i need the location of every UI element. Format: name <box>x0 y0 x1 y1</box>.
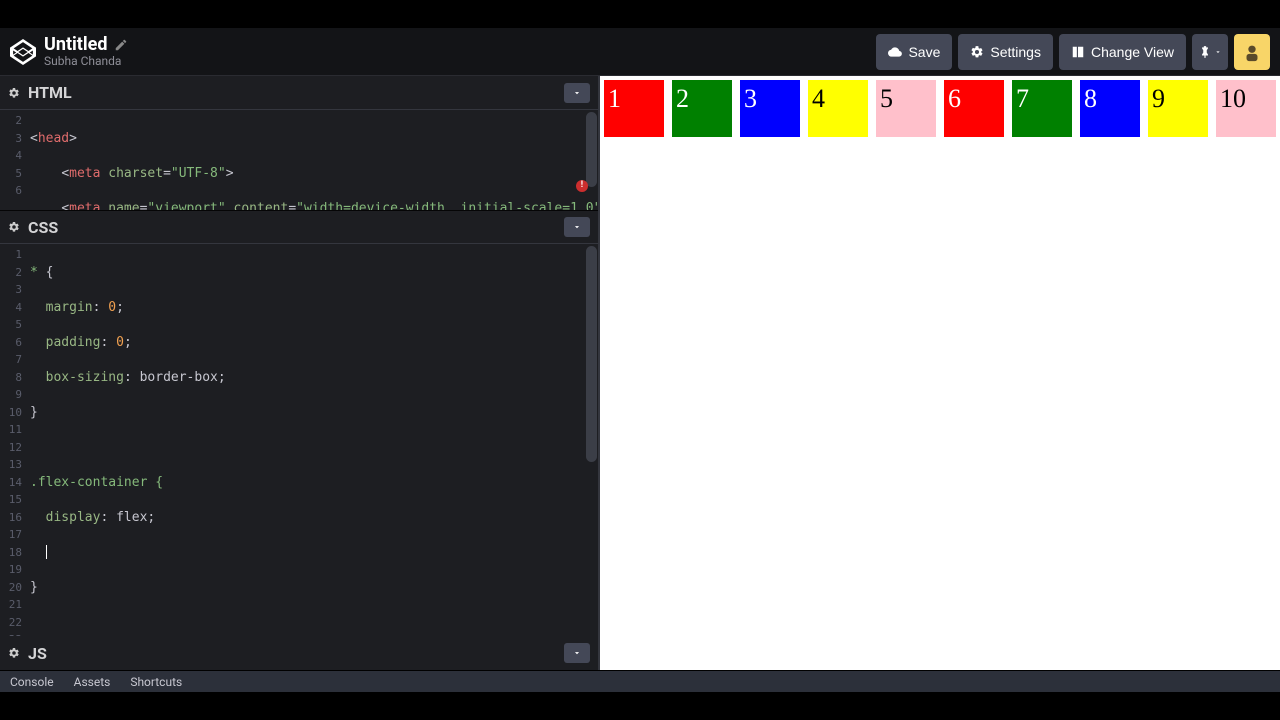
chevron-down-icon <box>572 222 582 232</box>
gutter: 1234567891011121314151617181920212223 <box>0 244 28 636</box>
console-tab[interactable]: Console <box>0 671 64 692</box>
flex-item: 3 <box>740 80 800 137</box>
codepen-logo <box>10 39 36 65</box>
change-view-button[interactable]: Change View <box>1059 34 1186 70</box>
code-content: * { margin: 0; padding: 0; box-sizing: b… <box>30 246 598 636</box>
avatar-image <box>1241 41 1263 63</box>
shortcuts-tab[interactable]: Shortcuts <box>120 671 192 692</box>
css-panel-menu-button[interactable] <box>564 217 590 237</box>
flex-item: 4 <box>808 80 868 137</box>
gear-icon[interactable] <box>8 87 20 99</box>
assets-tab[interactable]: Assets <box>64 671 121 692</box>
avatar[interactable] <box>1234 34 1270 70</box>
flex-item: 2 <box>672 80 732 137</box>
css-panel-header: CSS <box>0 210 598 244</box>
error-indicator-icon[interactable] <box>576 180 588 192</box>
topbar: Untitled Subha Chanda Save Settings Chan… <box>0 28 1280 76</box>
html-panel-title: HTML <box>28 83 564 102</box>
preview-pane: 12345678910 <box>600 76 1280 670</box>
cloud-icon <box>888 45 902 59</box>
pen-title[interactable]: Untitled <box>44 35 108 55</box>
footer: Console Assets Shortcuts <box>0 670 1280 692</box>
pin-button[interactable] <box>1192 34 1228 70</box>
settings-button[interactable]: Settings <box>958 34 1053 70</box>
flex-container: 12345678910 <box>600 76 1280 141</box>
css-panel-title: CSS <box>28 218 564 237</box>
html-panel-menu-button[interactable] <box>564 83 590 103</box>
layout-icon <box>1071 45 1085 59</box>
flex-item: 1 <box>604 80 664 137</box>
chevron-down-icon <box>1214 45 1222 59</box>
gear-icon[interactable] <box>8 221 20 233</box>
flex-item: 10 <box>1216 80 1276 137</box>
gear-icon <box>970 45 984 59</box>
pin-icon <box>1198 45 1212 59</box>
js-panel-title: JS <box>28 644 564 663</box>
chevron-down-icon <box>572 648 582 658</box>
css-editor[interactable]: 1234567891011121314151617181920212223 * … <box>0 244 598 636</box>
gutter: 23456 <box>0 110 28 200</box>
save-button[interactable]: Save <box>876 34 952 70</box>
gear-icon[interactable] <box>8 647 20 659</box>
flex-item: 9 <box>1148 80 1208 137</box>
flex-item: 7 <box>1012 80 1072 137</box>
flex-item: 8 <box>1080 80 1140 137</box>
flex-item: 6 <box>944 80 1004 137</box>
js-panel-menu-button[interactable] <box>564 643 590 663</box>
code-content: <head> <meta charset="UTF-8"> <meta name… <box>30 112 598 210</box>
edit-title-icon[interactable] <box>114 38 128 52</box>
author-name[interactable]: Subha Chanda <box>44 55 876 68</box>
flex-item: 5 <box>876 80 936 137</box>
html-editor[interactable]: 23456 <head> <meta charset="UTF-8"> <met… <box>0 110 598 210</box>
js-panel-header: JS <box>0 636 598 670</box>
chevron-down-icon <box>572 88 582 98</box>
html-panel-header: HTML <box>0 76 598 110</box>
